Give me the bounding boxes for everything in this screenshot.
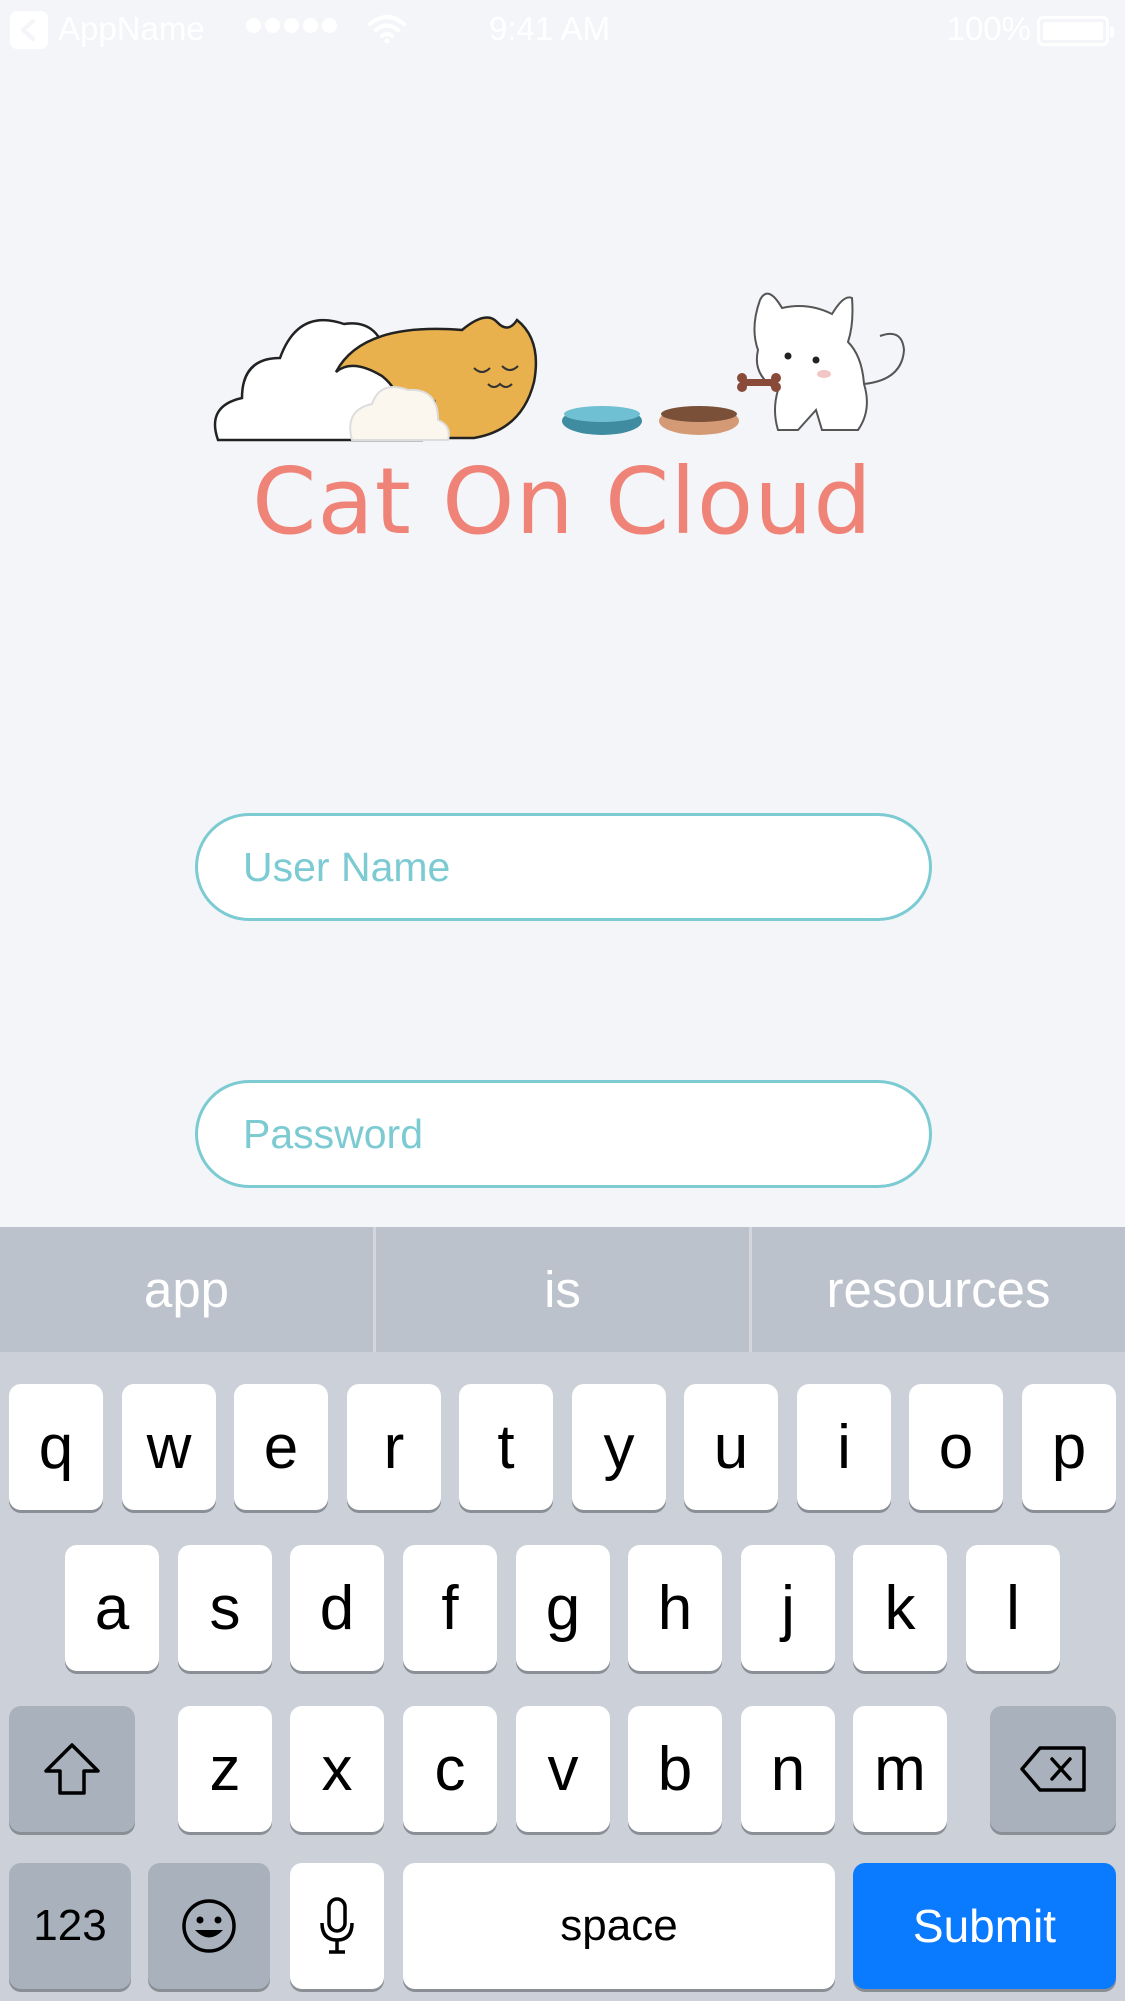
clock: 9:41 AM — [489, 10, 611, 47]
battery-percent: 100% — [946, 10, 1031, 47]
back-icon[interactable] — [10, 11, 48, 49]
key-r[interactable]: r — [347, 1384, 441, 1510]
key-a[interactable]: a — [65, 1545, 159, 1671]
keyboard: app is resources q w e r t y u i o p a s… — [0, 1227, 1125, 2001]
shift-icon — [44, 1743, 100, 1795]
microphone-key[interactable] — [290, 1863, 384, 1989]
key-c[interactable]: c — [403, 1706, 497, 1832]
space-key[interactable]: space — [403, 1863, 835, 1989]
key-e[interactable]: e — [234, 1384, 328, 1510]
key-l[interactable]: l — [966, 1545, 1060, 1671]
key-g[interactable]: g — [516, 1545, 610, 1671]
bone-icon — [737, 373, 781, 392]
submit-button[interactable]: Submit — [853, 1863, 1116, 1989]
delete-key[interactable] — [990, 1706, 1116, 1832]
suggestion-item[interactable]: resources — [749, 1227, 1125, 1352]
key-w[interactable]: w — [122, 1384, 216, 1510]
key-x[interactable]: x — [290, 1706, 384, 1832]
backspace-icon — [1020, 1746, 1086, 1792]
emoji-icon — [182, 1899, 236, 1953]
username-field[interactable] — [195, 813, 932, 921]
key-h[interactable]: h — [628, 1545, 722, 1671]
key-z[interactable]: z — [178, 1706, 272, 1832]
key-b[interactable]: b — [628, 1706, 722, 1832]
key-s[interactable]: s — [178, 1545, 272, 1671]
suggestion-bar: app is resources — [0, 1227, 1125, 1352]
wifi-icon — [368, 15, 406, 44]
key-f[interactable]: f — [403, 1545, 497, 1671]
password-field[interactable] — [195, 1080, 932, 1188]
suggestion-item[interactable]: is — [373, 1227, 749, 1352]
key-u[interactable]: u — [684, 1384, 778, 1510]
key-p[interactable]: p — [1022, 1384, 1116, 1510]
key-o[interactable]: o — [909, 1384, 1003, 1510]
key-k[interactable]: k — [853, 1545, 947, 1671]
username-input[interactable] — [243, 816, 883, 918]
status-bar: AppName 9:41 AM 100% — [0, 0, 1125, 60]
microphone-icon — [320, 1897, 354, 1954]
key-j[interactable]: j — [741, 1545, 835, 1671]
white-cat — [753, 292, 906, 431]
key-i[interactable]: i — [797, 1384, 891, 1510]
key-t[interactable]: t — [459, 1384, 553, 1510]
emoji-key[interactable] — [148, 1863, 270, 1989]
key-m[interactable]: m — [853, 1706, 947, 1832]
numbers-key[interactable]: 123 — [9, 1863, 131, 1989]
app-logo-illustration — [213, 292, 906, 442]
key-d[interactable]: d — [290, 1545, 384, 1671]
key-y[interactable]: y — [572, 1384, 666, 1510]
shift-key[interactable] — [9, 1706, 135, 1832]
key-n[interactable]: n — [741, 1706, 835, 1832]
app-title: Cat On Cloud — [252, 448, 873, 555]
key-v[interactable]: v — [516, 1706, 610, 1832]
signal-icon — [246, 18, 337, 33]
back-app-label[interactable]: AppName — [58, 10, 205, 48]
battery-icon — [1037, 16, 1114, 46]
suggestion-item[interactable]: app — [0, 1227, 373, 1352]
key-q[interactable]: q — [9, 1384, 103, 1510]
password-input[interactable] — [243, 1083, 883, 1185]
